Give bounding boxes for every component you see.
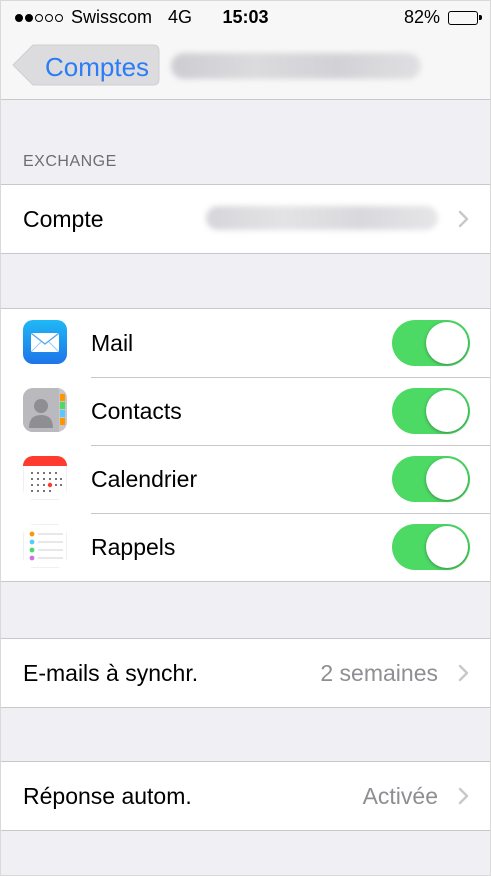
service-label-reminders: Rappels (91, 534, 176, 560)
mail-sync-value: 2 semaines (320, 660, 438, 686)
auto-reply-label: Réponse autom. (23, 783, 192, 809)
mail-toggle[interactable] (392, 320, 470, 366)
navigation-bar: Comptes (1, 33, 490, 100)
reminders-toggle[interactable] (392, 524, 470, 570)
service-label-calendar: Calendrier (91, 466, 198, 492)
service-label-mail: Mail (91, 330, 134, 356)
settings-screen: Swisscom 4G 15:03 82% Comptes EXCHANGE C… (0, 0, 491, 876)
battery-percent: 82% (403, 7, 440, 27)
auto-reply-group: Réponse autom. Activée (1, 761, 490, 831)
auto-reply-value: Activée (362, 783, 438, 809)
contacts-toggle[interactable] (392, 388, 470, 434)
calendar-toggle[interactable] (392, 456, 470, 502)
service-row-reminders: Rappels (1, 513, 490, 581)
account-label: Compte (23, 206, 104, 232)
status-bar: Swisscom 4G 15:03 82% (1, 1, 490, 33)
service-row-contacts: Contacts (1, 377, 490, 445)
account-value-redacted (206, 206, 438, 230)
auto-reply-row[interactable]: Réponse autom. Activée (1, 762, 490, 830)
back-button[interactable]: Comptes (11, 43, 161, 87)
contacts-icon (23, 388, 67, 432)
calendar-icon (23, 456, 67, 500)
account-group: Compte (1, 184, 490, 254)
back-button-label: Comptes (45, 52, 150, 82)
mail-sync-label: E-mails à synchr. (23, 660, 199, 686)
service-row-calendar: Calendrier (1, 445, 490, 513)
account-email-redacted (171, 53, 421, 79)
status-right: 82% (403, 7, 482, 28)
service-label-contacts: Contacts (91, 398, 182, 424)
mail-sync-row[interactable]: E-mails à synchr. 2 semaines (1, 639, 490, 707)
section-header-exchange: EXCHANGE (23, 153, 117, 170)
services-group: Mail Contacts Calendrier Rappels (1, 308, 490, 582)
battery-icon (448, 10, 482, 25)
reminders-icon (23, 524, 67, 568)
chevron-right-icon (458, 664, 469, 682)
mail-icon (23, 320, 67, 364)
mail-sync-group: E-mails à synchr. 2 semaines (1, 638, 490, 708)
chevron-right-icon (458, 210, 469, 228)
account-row[interactable]: Compte (1, 185, 490, 253)
chevron-right-icon (458, 787, 469, 805)
service-row-mail: Mail (1, 309, 490, 377)
